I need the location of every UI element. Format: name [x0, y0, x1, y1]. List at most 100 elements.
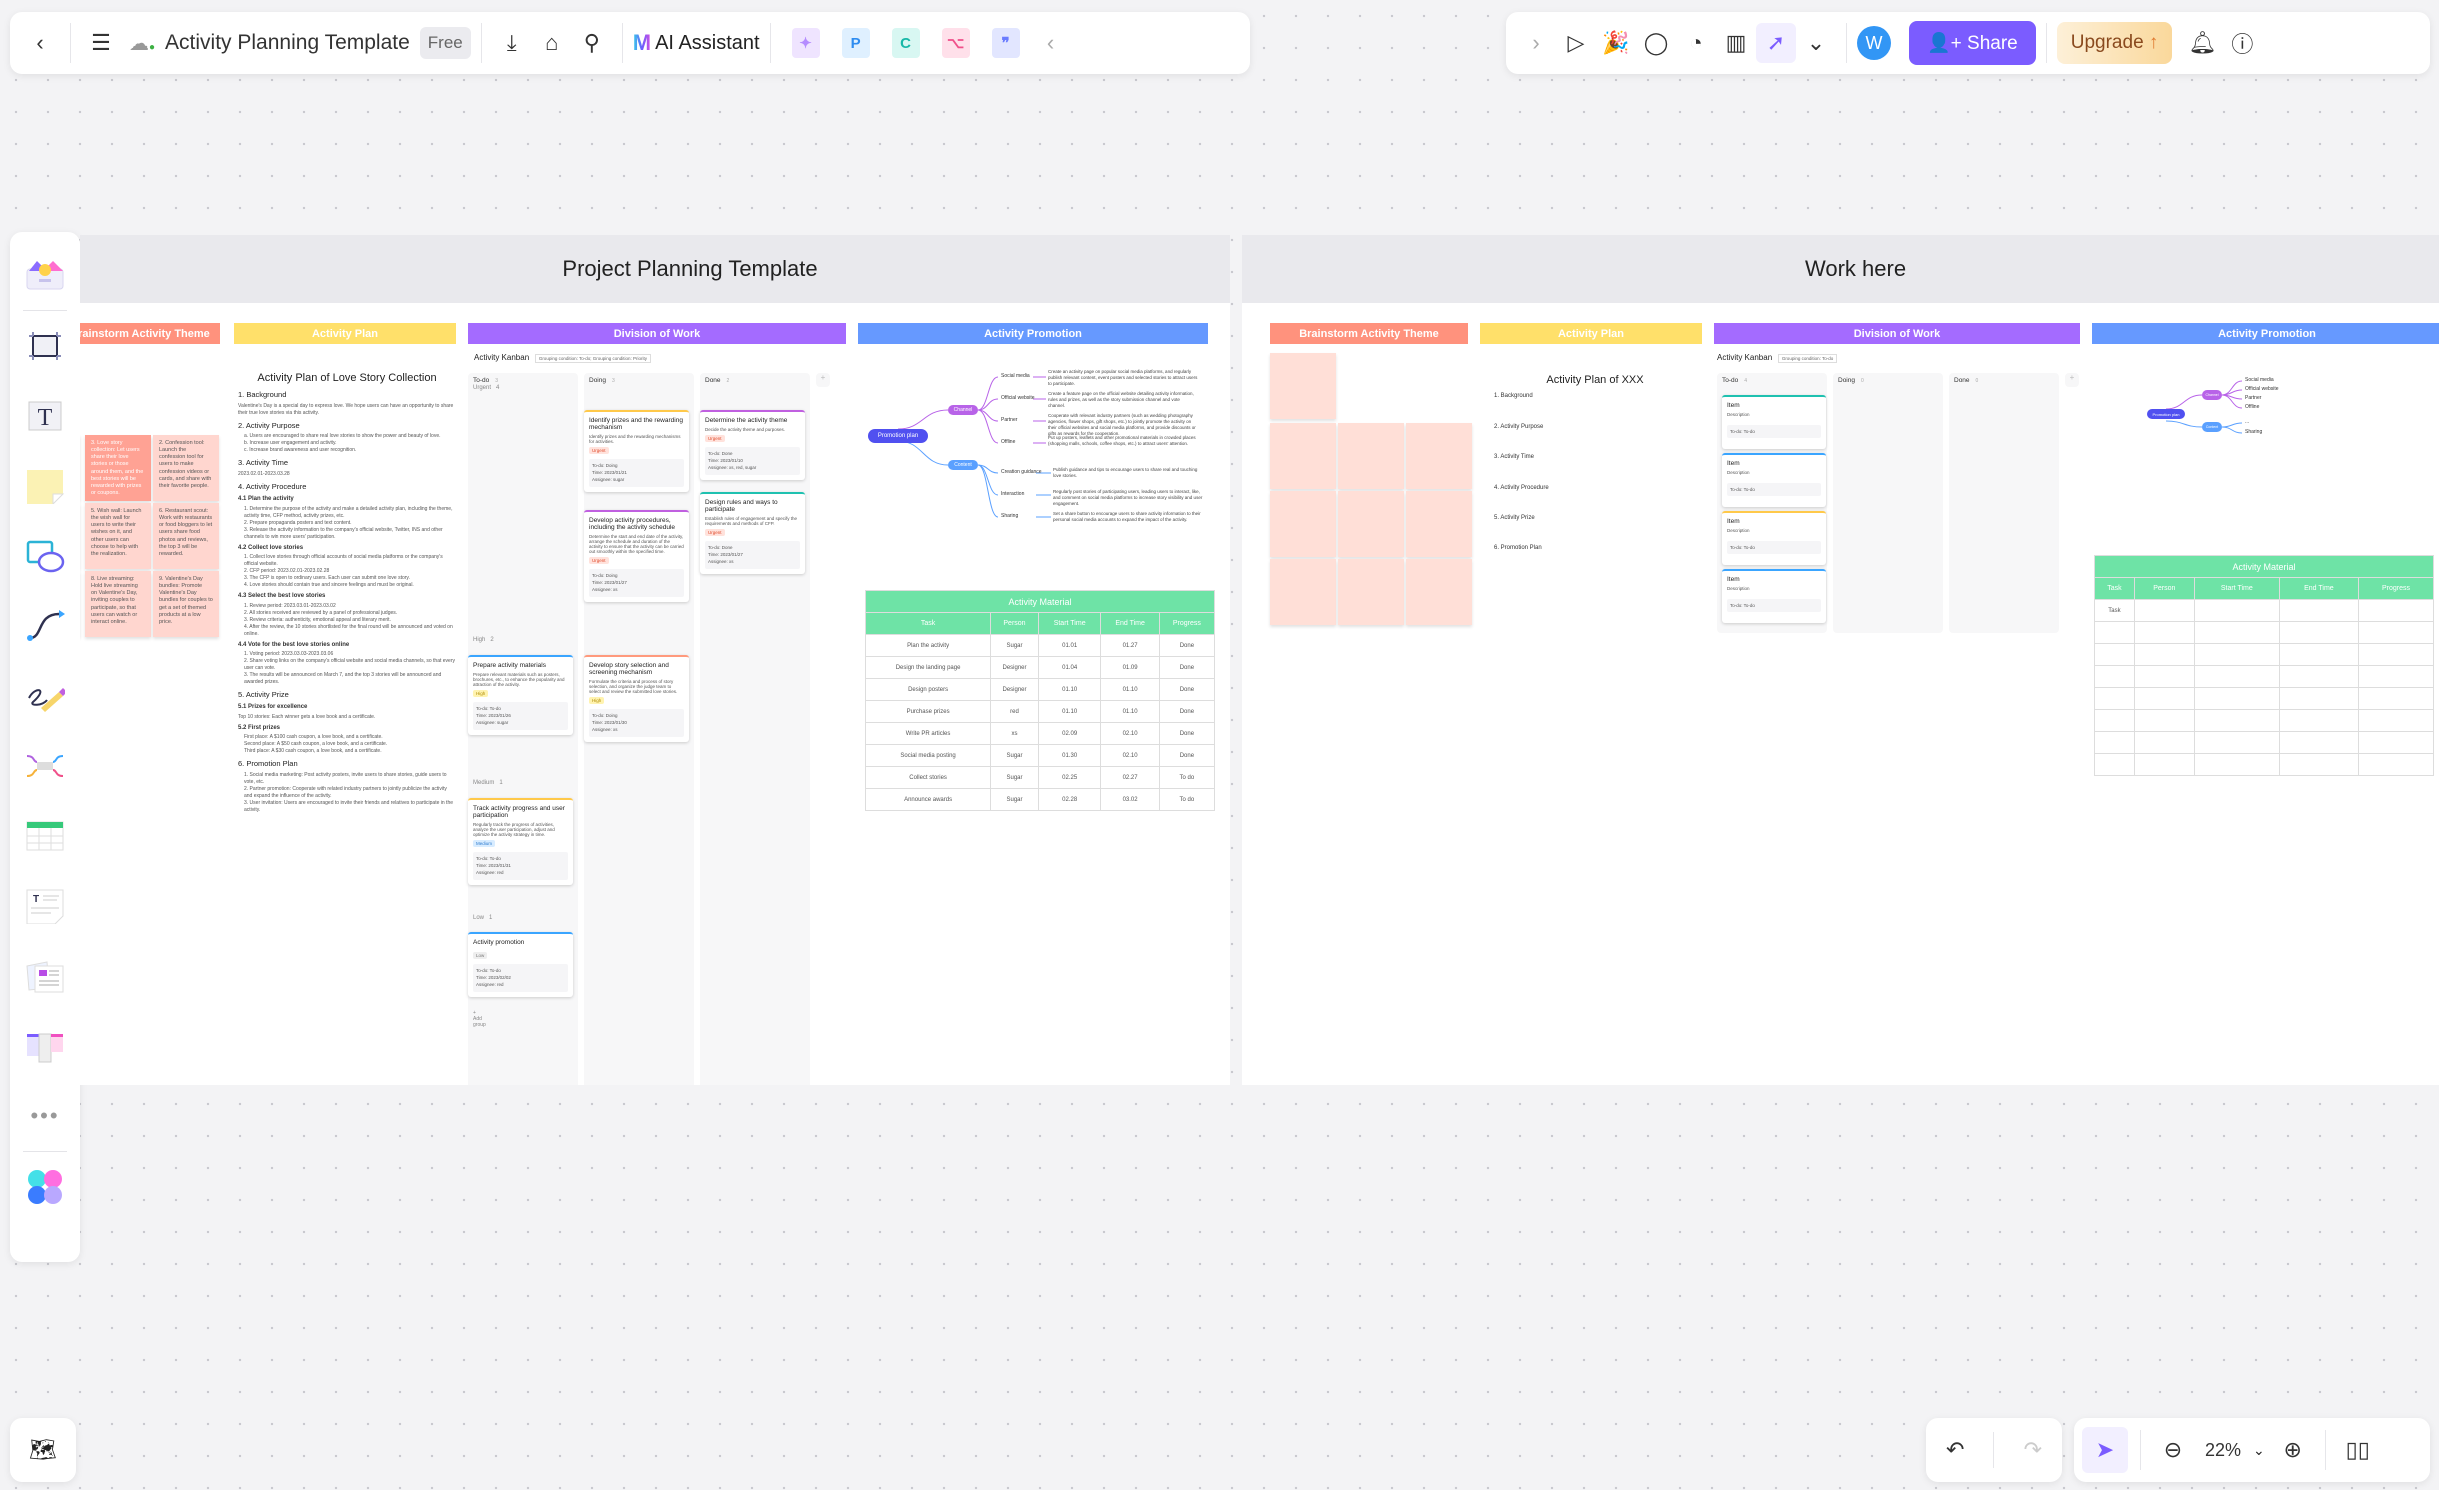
sticky-note-tool[interactable] — [21, 462, 69, 510]
notifications-button[interactable]: 🔔︎ — [2182, 23, 2222, 63]
table-cell[interactable] — [2278, 665, 2359, 688]
table-cell[interactable]: 01.27 — [1100, 634, 1160, 657]
table-cell[interactable]: 02.25 — [1037, 766, 1102, 789]
table-cell[interactable]: Done — [1158, 634, 1216, 657]
table-cell[interactable] — [2278, 599, 2359, 622]
sticky-note[interactable]: 8. Live streaming: Hold live streaming o… — [85, 571, 151, 637]
user-avatar[interactable]: W — [1857, 26, 1891, 60]
table-cell[interactable]: 01.04 — [1037, 656, 1102, 679]
table-cell[interactable]: 01.30 — [1037, 744, 1102, 767]
sticky-note[interactable] — [1406, 423, 1472, 489]
kanban-card[interactable]: Item Description To-do: To-do — [1722, 395, 1826, 449]
table-cell[interactable]: Write PR articles — [864, 722, 992, 745]
table-cell[interactable]: Sugar — [990, 788, 1039, 811]
mindmap-leaf[interactable]: Sharing — [2245, 429, 2262, 435]
table-cell[interactable]: Designer — [990, 678, 1039, 701]
table-cell[interactable] — [2133, 687, 2195, 710]
mindmap-leaf[interactable]: Partner — [2245, 395, 2261, 401]
sticky-note[interactable]: 9. Valentine's Day bundles: Promote Vale… — [153, 571, 219, 637]
pen-tool[interactable] — [21, 672, 69, 720]
minimap-button[interactable]: ▯▯ — [2338, 1430, 2378, 1470]
help-button[interactable]: ⓘ — [2222, 23, 2262, 63]
download-button[interactable]: ⤓ — [492, 23, 532, 63]
mindmap-leaf[interactable]: ... — [2245, 419, 2249, 425]
table-cell[interactable] — [2193, 753, 2280, 776]
activity-plan-document[interactable]: Activity Plan of XXX 1. Background 2. Acti… — [1490, 365, 1700, 575]
table-cell[interactable] — [2193, 599, 2280, 622]
sticky-note[interactable] — [1270, 423, 1336, 489]
collapse-toolbar-button[interactable]: ‹ — [1031, 23, 1071, 63]
celebrate-button[interactable]: 🎉 — [1596, 23, 1636, 63]
table-cell[interactable]: To do — [1158, 766, 1216, 789]
present-button[interactable]: ▷ — [1556, 23, 1596, 63]
text-tool[interactable]: T — [21, 392, 69, 440]
frame-work-here[interactable]: Work here Brainstorm Activity Theme Acti… — [1242, 235, 2439, 1085]
mindmap-leaf[interactable]: Social media — [2245, 377, 2274, 383]
mindmap-plugin-button[interactable]: C — [891, 28, 920, 58]
mindmap-root-node[interactable]: Promotion plan — [868, 429, 928, 443]
chat-plugin-button[interactable]: ❞ — [991, 28, 1020, 58]
add-column-button[interactable]: + — [2065, 373, 2079, 387]
sticky-note[interactable] — [1406, 559, 1472, 625]
table-cell[interactable]: Design the landing page — [864, 656, 992, 679]
ai-assistant-button[interactable]: M AI Assistant — [633, 30, 760, 56]
table-cell[interactable]: Announce awards — [864, 788, 992, 811]
kanban-card[interactable]: Design rules and ways to participate Esta… — [700, 492, 805, 574]
table-cell[interactable] — [2357, 599, 2435, 622]
table-cell[interactable]: 01.10 — [1100, 678, 1160, 701]
table-cell[interactable]: 02.10 — [1100, 722, 1160, 745]
table-cell[interactable]: Done — [1158, 678, 1216, 701]
grouping-dropdown[interactable]: Grouping condition: To-do; Grouping cond… — [534, 354, 652, 363]
mindmap-leaf[interactable]: Offline — [2245, 404, 2259, 410]
table-cell[interactable] — [2133, 731, 2195, 754]
table-cell[interactable]: red — [990, 700, 1039, 723]
zoom-in-button[interactable]: ⊕ — [2273, 1430, 2313, 1470]
table-cell[interactable] — [2278, 687, 2359, 710]
table-cell[interactable] — [2094, 621, 2135, 644]
table-cell[interactable] — [2357, 731, 2435, 754]
more-tools-button[interactable]: ••• — [21, 1092, 69, 1140]
ai-image-plugin-button[interactable]: ✦ — [791, 28, 820, 58]
timer-button[interactable]: ◔ — [1676, 23, 1716, 63]
table-cell[interactable] — [2278, 731, 2359, 754]
table-cell[interactable] — [2278, 753, 2359, 776]
table-cell[interactable]: 03.02 — [1100, 788, 1160, 811]
zoom-out-button[interactable]: ⊖ — [2153, 1430, 2193, 1470]
grouping-dropdown[interactable]: Grouping condition: To-do — [1777, 354, 1838, 363]
table-cell[interactable]: 01.10 — [1037, 700, 1102, 723]
promotion-mindmap[interactable]: Promotion plan Channel Content Social media… — [858, 365, 1218, 565]
table-cell[interactable]: Done — [1158, 656, 1216, 679]
table-cell[interactable] — [2357, 753, 2435, 776]
activity-plan-document[interactable]: Activity Plan of Love Story Collection 1.… — [238, 363, 456, 814]
mindmap-leaf[interactable]: Creation guidance — [1001, 469, 1042, 475]
frame-title[interactable]: Project Planning Template — [80, 235, 1230, 303]
table-cell[interactable] — [2094, 687, 2135, 710]
vote-button[interactable]: ▥ — [1716, 23, 1756, 63]
table-cell[interactable]: 01.10 — [1037, 678, 1102, 701]
frame-title[interactable]: Work here — [1242, 235, 2439, 303]
table-cell[interactable] — [2094, 731, 2135, 754]
table-cell[interactable]: Done — [1158, 700, 1216, 723]
apps-button[interactable] — [21, 1163, 69, 1211]
kanban-card[interactable]: Prepare activity materials Prepare releva… — [468, 655, 573, 735]
table-cell[interactable]: Sugar — [990, 634, 1039, 657]
sticky-note[interactable]: 2. Confession tool: Launch the confessio… — [153, 435, 219, 501]
kanban-card[interactable]: Track activity progress and user partici… — [468, 798, 573, 885]
p-plugin-button[interactable]: P — [841, 28, 870, 58]
table-cell[interactable] — [2133, 709, 2195, 732]
kanban-card[interactable]: Develop story selection and screening me… — [584, 655, 689, 742]
table-cell[interactable]: Sugar — [990, 766, 1039, 789]
sticky-note[interactable] — [1338, 491, 1404, 557]
comment-button[interactable]: ◯ — [1636, 23, 1676, 63]
table-cell[interactable]: xs — [990, 722, 1039, 745]
table-cell[interactable] — [2357, 621, 2435, 644]
redo-button[interactable]: ↷ — [2013, 1430, 2053, 1470]
table-cell[interactable] — [2133, 599, 2195, 622]
share-button[interactable]: 👤+ Share — [1909, 21, 2036, 65]
kanban-card[interactable]: Item Description To-do: To-do — [1722, 511, 1826, 565]
laser-pointer-button[interactable]: ➚ — [1756, 23, 1796, 63]
mindmap-leaf[interactable]: Sharing — [1001, 513, 1018, 519]
activity-material-table[interactable]: Activity Material Task Person Start Time End… — [864, 590, 1216, 811]
table-cell[interactable]: Task — [2094, 599, 2135, 622]
sticky-note[interactable] — [1270, 353, 1336, 419]
